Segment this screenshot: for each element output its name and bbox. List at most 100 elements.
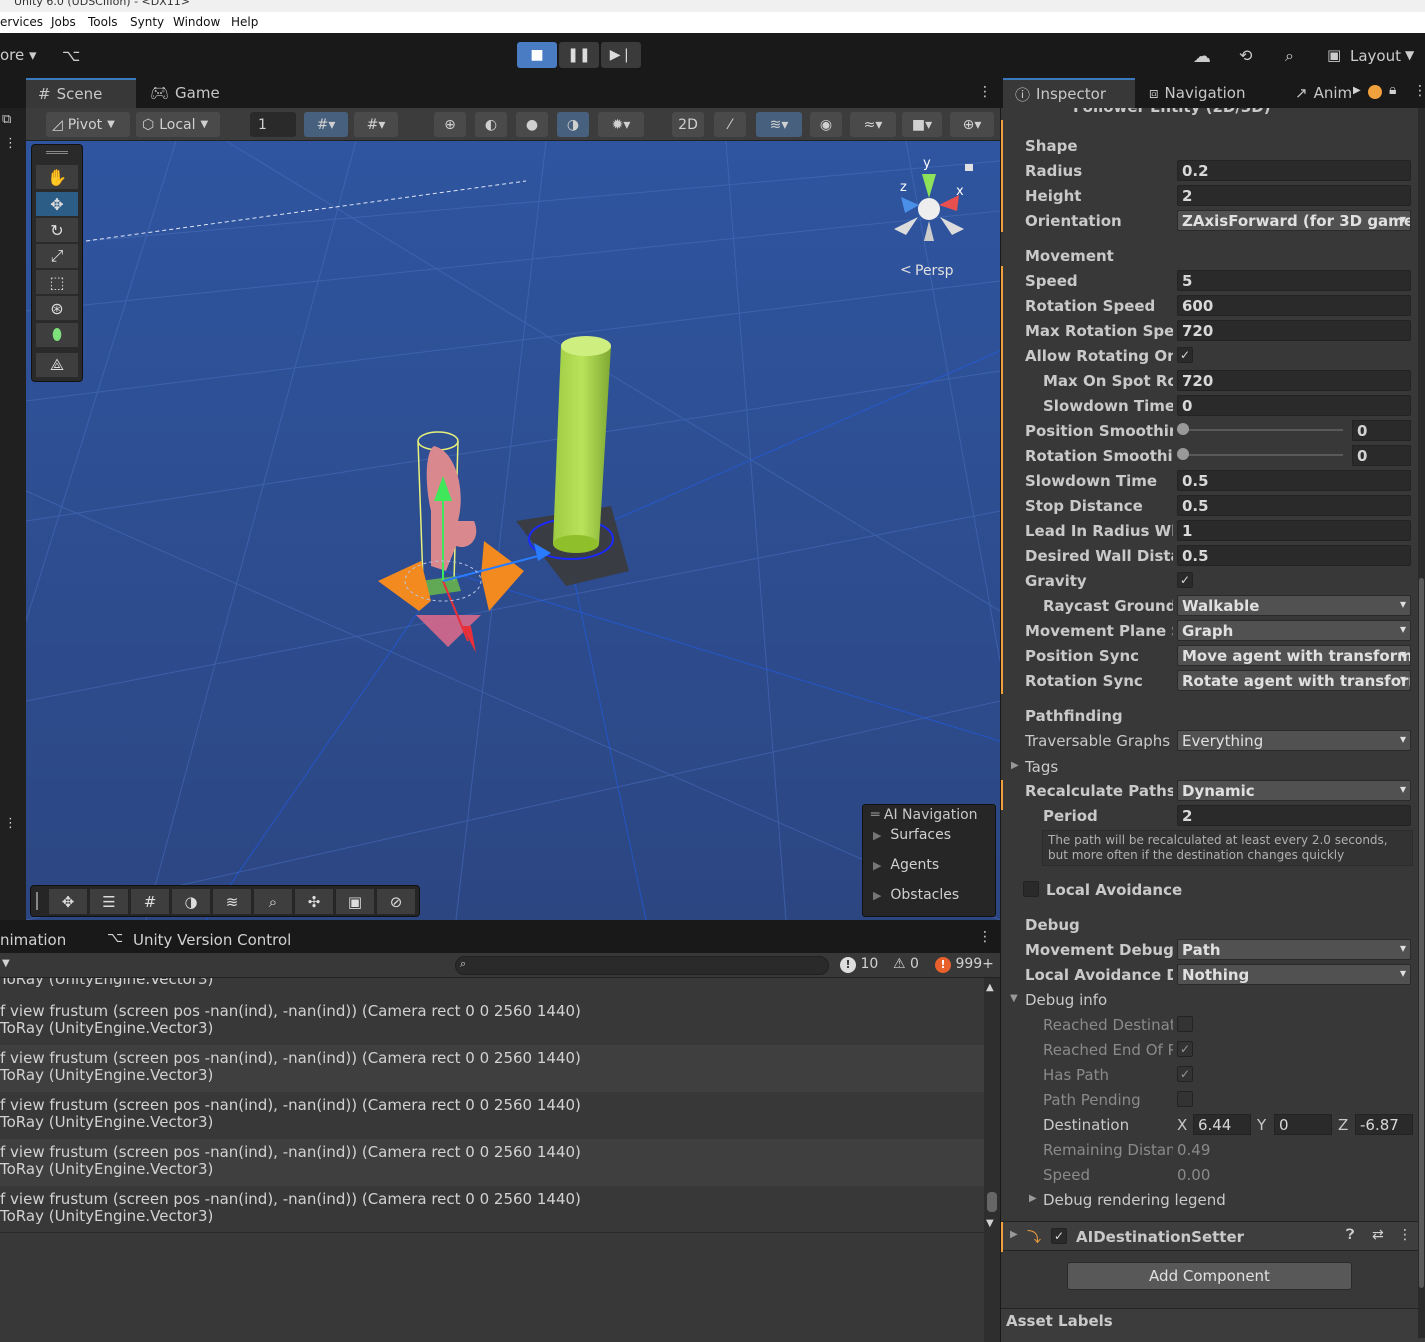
- chevron-down-icon[interactable]: ▼: [2, 958, 10, 969]
- recalc-dropdown[interactable]: Dynamic: [1177, 780, 1411, 801]
- step-button[interactable]: ▶❘: [601, 42, 641, 68]
- tab-animation[interactable]: nimation: [0, 931, 66, 949]
- speed-field[interactable]: 5: [1177, 270, 1411, 291]
- account-dropdown[interactable]: ore ▾: [0, 46, 37, 64]
- menu-tools[interactable]: Tools: [88, 15, 118, 29]
- chevron-right-icon[interactable]: ▶: [1010, 1229, 1018, 1240]
- move-view-icon[interactable]: ✥: [49, 889, 87, 914]
- kebab-menu-icon[interactable]: ⋮: [1413, 83, 1425, 99]
- add-component-button[interactable]: Add Component: [1067, 1262, 1352, 1290]
- rotation-sync-dropdown[interactable]: Rotate agent with transform: [1177, 670, 1411, 691]
- movement-plane-dropdown[interactable]: Graph: [1177, 620, 1411, 641]
- camera-icon[interactable]: ▣: [336, 889, 374, 914]
- pause-button[interactable]: ❚❚: [559, 42, 599, 68]
- menu-jobs[interactable]: Jobs: [51, 15, 76, 29]
- lock-icon[interactable]: 🔒︎: [1389, 82, 1396, 98]
- kebab-menu-icon[interactable]: ⋮: [4, 816, 17, 831]
- tab-game[interactable]: 🎮︎ Game: [138, 78, 232, 108]
- console-scrollbar[interactable]: ▲ ▼: [984, 978, 1000, 1342]
- orientation-dropdown[interactable]: ZAxisForward (for 3D games): [1177, 210, 1411, 231]
- snap-settings-button[interactable]: #▾: [354, 112, 398, 137]
- destination-y-field[interactable]: 0: [1274, 1114, 1332, 1135]
- log-row[interactable]: f view frustum (screen pos -nan(ind), -n…: [0, 1186, 984, 1233]
- draw-mode-wire-icon[interactable]: ⊕: [434, 112, 466, 137]
- slowdown-time-sub-field[interactable]: 0: [1177, 395, 1411, 416]
- ai-navigation-title[interactable]: ═ AI Navigation: [871, 807, 978, 823]
- warning-count-badge[interactable]: ⚠ 0: [893, 956, 919, 972]
- ai-nav-agents[interactable]: ▶ Agents: [873, 857, 939, 873]
- scrollbar-thumb[interactable]: [1419, 578, 1424, 1288]
- slider-knob[interactable]: [1177, 423, 1189, 435]
- period-field[interactable]: 2: [1177, 805, 1411, 826]
- local-avoidance-checkbox[interactable]: [1023, 881, 1039, 897]
- draw-mode-shaded-icon[interactable]: ◐: [475, 112, 507, 137]
- scale-tool-icon[interactable]: ⤢: [36, 244, 78, 268]
- scroll-down-icon[interactable]: ▼: [986, 1218, 994, 1229]
- slowdown-time-field[interactable]: 0.5: [1177, 470, 1411, 491]
- custom-tool-icon[interactable]: ⬮: [36, 323, 78, 347]
- traversable-dropdown[interactable]: Everything: [1177, 730, 1411, 751]
- layers-dropdown[interactable]: ≈▾: [850, 112, 896, 137]
- shading-icon[interactable]: ◑: [172, 889, 210, 914]
- draw-mode-solid-icon[interactable]: ●: [516, 112, 548, 137]
- tab-unity-version-control[interactable]: Unity Version Control: [133, 931, 291, 949]
- chevron-right-icon[interactable]: ▶: [1011, 760, 1019, 771]
- destination-x-field[interactable]: 6.44: [1193, 1114, 1251, 1135]
- debug-draw-button[interactable]: ✹▾: [598, 112, 644, 137]
- movement-debug-dropdown[interactable]: Path: [1177, 939, 1411, 960]
- ai-nav-obstacles[interactable]: ▶ Obstacles: [873, 887, 959, 903]
- component-header-partial[interactable]: Follower Entity (2D/3D): [1073, 108, 1271, 116]
- sliders-icon[interactable]: ☰: [90, 889, 128, 914]
- stop-button[interactable]: ■: [517, 42, 557, 68]
- gravity-checkbox[interactable]: ✓: [1177, 572, 1193, 588]
- lead-in-field[interactable]: 1: [1177, 520, 1411, 541]
- tab-animation[interactable]: ↗ Anim: [1283, 78, 1352, 108]
- lighting-toggle-icon[interactable]: ⁄: [714, 112, 746, 137]
- position-smoothing-slider[interactable]: [1177, 429, 1343, 431]
- stop-distance-field[interactable]: 0.5: [1177, 495, 1411, 516]
- position-sync-dropdown[interactable]: Move agent with transform: [1177, 645, 1411, 666]
- log-row[interactable]: f view frustum (screen pos -nan(ind), -n…: [0, 1092, 984, 1139]
- kebab-menu-icon[interactable]: ⋮: [978, 929, 992, 945]
- component-enabled-checkbox[interactable]: ✓: [1051, 1228, 1067, 1244]
- log-row[interactable]: f view frustum (screen pos -nan(ind), -n…: [0, 998, 984, 1045]
- grid-snap-button[interactable]: #▾: [304, 112, 348, 137]
- orbit-icon[interactable]: ✣: [295, 889, 333, 914]
- allow-rotating-checkbox[interactable]: ✓: [1177, 347, 1193, 363]
- grid-toggle-icon[interactable]: #: [131, 889, 169, 914]
- tab-navigation[interactable]: ⧈ Navigation: [1137, 78, 1257, 108]
- menu-synty[interactable]: Synty: [130, 15, 164, 29]
- menu-window[interactable]: Window: [173, 15, 220, 29]
- hand-tool-icon[interactable]: ✋: [36, 165, 78, 189]
- slider-knob[interactable]: [1177, 448, 1189, 460]
- drag-handle-icon[interactable]: [36, 892, 38, 910]
- chevron-down-icon[interactable]: ▼: [1010, 993, 1018, 1004]
- drag-handle-icon[interactable]: [46, 151, 68, 154]
- navigation-tool-icon[interactable]: ⟁: [36, 353, 78, 377]
- scroll-up-icon[interactable]: ▲: [986, 982, 994, 993]
- ai-nav-surfaces[interactable]: ▶ Surfaces: [873, 827, 951, 843]
- local-dropdown[interactable]: ⬡ Local ▼: [136, 112, 220, 137]
- history-icon[interactable]: ⟲: [1239, 46, 1252, 65]
- inspector-scrollbar[interactable]: [1418, 108, 1425, 1338]
- destination-z-field[interactable]: -6.87: [1355, 1114, 1413, 1135]
- snap-increment-field[interactable]: 1: [250, 112, 296, 137]
- draw-mode-lit-icon[interactable]: ◑: [557, 112, 589, 137]
- log-row[interactable]: f view frustum (screen pos -nan(ind), -n…: [0, 1045, 984, 1092]
- scene-viewport[interactable]: y x z < Persp: [26, 141, 1000, 920]
- kebab-menu-icon[interactable]: ⋮: [978, 84, 992, 100]
- asset-labels-title[interactable]: Asset Labels: [1006, 1312, 1113, 1330]
- chevron-right-icon[interactable]: ▶: [1353, 85, 1361, 96]
- log-row-partial[interactable]: ToRay (UnityEngine.Vector3): [0, 978, 213, 988]
- cloud-icon[interactable]: ☁: [1193, 46, 1211, 67]
- version-control-icon[interactable]: ⌥: [62, 46, 80, 65]
- height-field[interactable]: 2: [1177, 185, 1411, 206]
- debug-info-foldout[interactable]: ▼ Debug info: [1001, 987, 1425, 1012]
- chevron-down-icon[interactable]: ▼: [1405, 48, 1414, 62]
- zoom-icon[interactable]: ⌕: [254, 889, 292, 914]
- layers-icon[interactable]: ≋: [213, 889, 251, 914]
- panel-icon[interactable]: ⧉: [2, 112, 11, 127]
- menu-help[interactable]: Help: [231, 15, 258, 29]
- 2d-toggle-icon[interactable]: 2D: [672, 112, 704, 137]
- rotation-speed-field[interactable]: 600: [1177, 295, 1411, 316]
